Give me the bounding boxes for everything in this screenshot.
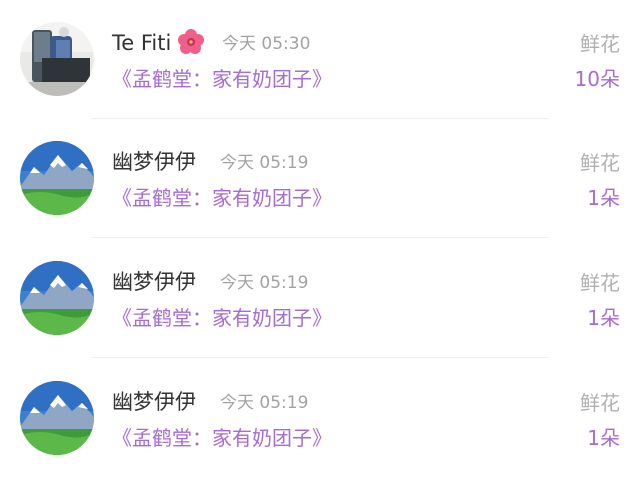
gift-record-row[interactable]: Te Fiti 今天 05:30 《孟鹤堂：家有奶团子》 鲜花 10朵 — [0, 0, 640, 119]
avatar[interactable] — [20, 261, 94, 335]
user-name-text: Te Fiti — [112, 31, 172, 55]
gift-record-list: Te Fiti 今天 05:30 《孟鹤堂：家有奶团子》 鲜花 10朵 幽梦伊伊… — [0, 0, 640, 479]
timestamp: 今天 05:19 — [220, 273, 309, 293]
divider — [92, 357, 548, 358]
timestamp: 今天 05:19 — [220, 393, 309, 413]
work-title-link[interactable]: 《孟鹤堂：家有奶团子》 — [112, 64, 332, 94]
avatar[interactable] — [20, 381, 94, 455]
gift-type: 鲜花 — [580, 391, 620, 415]
gift-record-row[interactable]: 幽梦伊伊 今天 05:19 《孟鹤堂：家有奶团子》 鲜花 1朵 — [0, 119, 640, 238]
user-name[interactable]: 幽梦伊伊 — [112, 387, 196, 417]
timestamp: 今天 05:19 — [220, 153, 309, 173]
gift-count: 1朵 — [587, 306, 620, 330]
photo-avatar-icon — [20, 22, 94, 96]
user-name[interactable]: 幽梦伊伊 — [112, 267, 196, 297]
gift-type: 鲜花 — [580, 271, 620, 295]
gift-count: 10朵 — [574, 67, 620, 91]
work-title-link[interactable]: 《孟鹤堂：家有奶团子》 — [112, 183, 332, 213]
mountain-landscape-avatar-icon — [20, 141, 94, 215]
work-title-link[interactable]: 《孟鹤堂：家有奶团子》 — [112, 423, 332, 453]
mountain-landscape-avatar-icon — [20, 381, 94, 455]
gift-record-row[interactable]: 幽梦伊伊 今天 05:19 《孟鹤堂：家有奶团子》 鲜花 1朵 — [0, 239, 640, 358]
divider — [92, 237, 548, 238]
gift-count: 1朵 — [587, 426, 620, 450]
timestamp: 今天 05:30 — [222, 34, 311, 54]
user-name[interactable]: Te Fiti — [112, 28, 205, 58]
mountain-landscape-avatar-icon — [20, 261, 94, 335]
gift-count: 1朵 — [587, 186, 620, 210]
gift-type: 鲜花 — [580, 32, 620, 56]
gift-record-row[interactable]: 幽梦伊伊 今天 05:19 《孟鹤堂：家有奶团子》 鲜花 1朵 — [0, 359, 640, 478]
work-title-link[interactable]: 《孟鹤堂：家有奶团子》 — [112, 303, 332, 333]
avatar[interactable] — [20, 22, 94, 96]
hibiscus-flower-icon — [177, 28, 205, 56]
user-name[interactable]: 幽梦伊伊 — [112, 147, 196, 177]
avatar[interactable] — [20, 141, 94, 215]
gift-type: 鲜花 — [580, 151, 620, 175]
